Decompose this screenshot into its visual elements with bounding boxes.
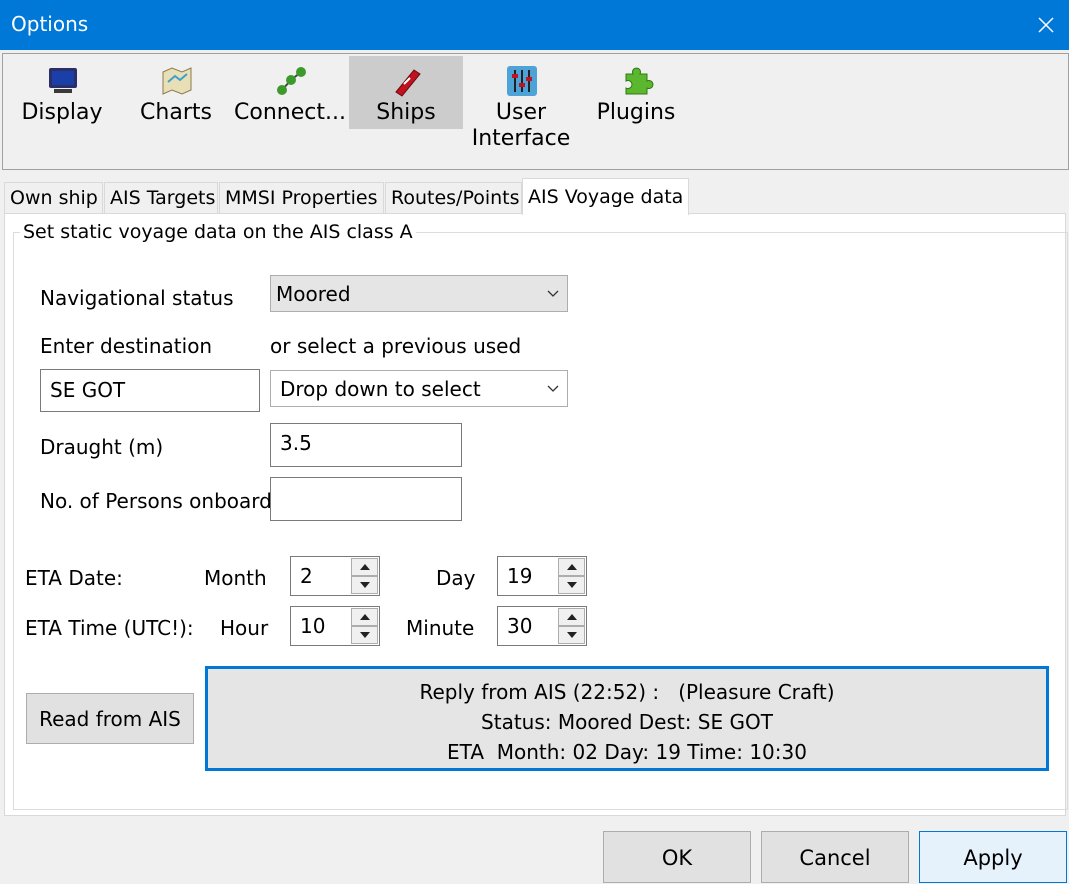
toolbar-ships-button[interactable]: Ships (349, 56, 463, 166)
ok-button[interactable]: OK (603, 831, 751, 883)
arrow-down-icon (360, 582, 370, 588)
arrow-up-icon (567, 614, 577, 620)
options-toolbar: Display Charts Connect... Ships User Int… (2, 53, 1069, 170)
destination-input[interactable]: SE GOT (40, 369, 260, 412)
toolbar-display-button[interactable]: Display (5, 56, 119, 166)
tab-own-ship[interactable]: Own ship (4, 182, 103, 214)
arrow-down-icon (567, 632, 577, 638)
toolbar-charts-button[interactable]: Charts (119, 56, 233, 166)
group-title: Set static voyage data on the AIS class … (20, 221, 416, 243)
close-icon (1038, 17, 1054, 33)
hour-decrement-button[interactable] (351, 626, 378, 644)
arrow-up-icon (567, 564, 577, 570)
draught-label: Draught (m) (40, 435, 164, 459)
day-spinner[interactable]: 19 (497, 556, 587, 596)
minute-value: 30 (507, 614, 533, 638)
persons-input[interactable] (270, 477, 462, 521)
ship-icon (395, 69, 421, 97)
toolbar-plugins-button[interactable]: Plugins (579, 56, 693, 166)
window-title: Options (11, 12, 89, 36)
tab-mmsi-properties[interactable]: MMSI Properties (219, 182, 384, 214)
toolbar-display-label: Display (21, 100, 103, 125)
arrow-up-icon (360, 614, 370, 620)
previous-destination-select[interactable]: Drop down to select (270, 370, 568, 407)
puzzle-piece-icon (625, 67, 654, 95)
minute-increment-button[interactable] (558, 608, 585, 626)
toolbar-connections-label: Connect... (234, 100, 346, 125)
select-previous-label: or select a previous used (270, 334, 522, 358)
close-button[interactable] (1023, 0, 1069, 50)
arrow-up-icon (360, 564, 370, 570)
nav-status-value: Moored (276, 282, 351, 306)
previous-destination-value: Drop down to select (280, 377, 481, 401)
destination-value: SE GOT (50, 378, 126, 402)
month-value: 2 (300, 564, 313, 588)
day-value: 19 (507, 564, 533, 588)
tab-ais-voyage-data[interactable]: AIS Voyage data (522, 178, 689, 215)
title-bar: Options (0, 0, 1069, 50)
hour-value: 10 (300, 614, 326, 638)
tab-ais-targets[interactable]: AIS Targets (104, 182, 218, 214)
ais-reply-display: Reply from AIS (22:52) : (Pleasure Craft… (205, 666, 1049, 771)
day-increment-button[interactable] (558, 558, 585, 576)
chevron-down-icon (547, 385, 559, 392)
hour-spinner[interactable]: 10 (290, 606, 380, 646)
hour-label: Hour (220, 616, 269, 640)
eta-date-label: ETA Date: (25, 566, 123, 590)
month-increment-button[interactable] (351, 558, 378, 576)
apply-button[interactable]: Apply (919, 831, 1067, 883)
month-label: Month (204, 566, 267, 590)
month-decrement-button[interactable] (351, 576, 378, 594)
draught-input[interactable]: 3.5 (270, 423, 462, 467)
cancel-button[interactable]: Cancel (761, 831, 909, 883)
monitor-icon (49, 68, 77, 93)
nav-status-select[interactable]: Moored (270, 275, 568, 312)
reply-line-1: Reply from AIS (22:52) : (Pleasure Craft… (419, 680, 835, 704)
toolbar-ships-label: Ships (376, 100, 436, 125)
connection-nodes-icon (277, 67, 306, 95)
nav-status-label: Navigational status (40, 286, 234, 310)
arrow-down-icon (567, 582, 577, 588)
day-decrement-button[interactable] (558, 576, 585, 594)
day-label: Day (436, 566, 476, 590)
chevron-down-icon (547, 290, 559, 297)
read-from-ais-button[interactable]: Read from AIS (26, 693, 194, 744)
month-spinner[interactable]: 2 (290, 556, 380, 596)
chart-map-icon (162, 67, 192, 95)
hour-increment-button[interactable] (351, 608, 378, 626)
draught-value: 3.5 (280, 431, 312, 455)
enter-destination-label: Enter destination (40, 334, 213, 358)
persons-label: No. of Persons onboard (40, 489, 272, 513)
sliders-icon (507, 66, 537, 96)
minute-decrement-button[interactable] (558, 626, 585, 644)
reply-line-3: ETA Month: 02 Day: 19 Time: 10:30 (447, 740, 807, 764)
eta-time-label: ETA Time (UTC!): (25, 616, 194, 640)
minute-spinner[interactable]: 30 (497, 606, 587, 646)
reply-line-2: Status: Moored Dest: SE GOT (481, 710, 773, 734)
arrow-down-icon (360, 632, 370, 638)
minute-label: Minute (406, 616, 475, 640)
tab-routes-points[interactable]: Routes/Points (385, 182, 522, 214)
toolbar-plugins-label: Plugins (596, 100, 676, 125)
toolbar-user-interface-label: User Interface (471, 100, 571, 151)
toolbar-charts-label: Charts (140, 100, 212, 125)
toolbar-user-interface-button[interactable]: User Interface (464, 56, 578, 166)
toolbar-connections-button[interactable]: Connect... (233, 56, 347, 166)
